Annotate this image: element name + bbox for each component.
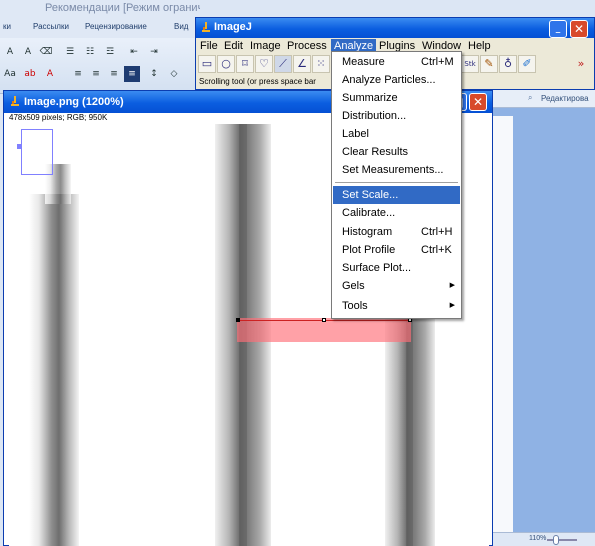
imagej-title: ImageJ <box>214 21 252 33</box>
image-close-button[interactable]: ✕ <box>469 93 487 111</box>
brush-tool-icon[interactable]: ✐ <box>518 55 536 73</box>
oval-tool-icon[interactable]: ○ <box>217 55 235 73</box>
editing-label[interactable]: Редактирова <box>541 94 589 103</box>
image-window-title: Image.png (1200%) <box>24 96 124 108</box>
dropper-tool-icon[interactable]: ♁ <box>499 55 517 73</box>
zoom-slider-handle[interactable] <box>553 535 559 545</box>
bullets-icon[interactable]: ☰ <box>62 44 78 60</box>
menu-item-clear-results[interactable]: Clear Results <box>333 143 460 161</box>
menu-item-distribution[interactable]: Distribution... <box>333 107 460 125</box>
minimize-button[interactable]: _ <box>549 20 567 38</box>
font-color-icon[interactable]: A <box>42 66 58 82</box>
align-left-icon[interactable]: ≡ <box>70 66 86 82</box>
zoom-level: 110% <box>529 535 547 542</box>
imagej-titlebar[interactable]: ImageJ _ ✕ <box>196 18 594 38</box>
find-icon[interactable]: ⌕ <box>528 93 532 103</box>
analyze-menu-dropdown: Measure Ctrl+M Analyze Particles... Summ… <box>331 51 462 319</box>
menu-item-shortcut: Ctrl+H <box>421 226 453 238</box>
imagej-microscope-icon <box>202 22 210 32</box>
navigator-box[interactable] <box>21 129 53 175</box>
highlight-color-icon[interactable]: ab <box>22 66 38 82</box>
angle-tool-icon[interactable]: ∠ <box>293 55 311 73</box>
rectangle-tool-icon[interactable]: ▭ <box>198 55 216 73</box>
menu-item-calibrate[interactable]: Calibrate... <box>333 204 460 222</box>
menu-file[interactable]: File <box>197 39 221 53</box>
menu-item-set-scale[interactable]: Set Scale... <box>333 186 460 204</box>
menu-item-analyze-particles[interactable]: Analyze Particles... <box>333 71 460 89</box>
polygon-tool-icon[interactable]: ⌑ <box>236 55 254 73</box>
justify-icon[interactable]: ≡ <box>124 66 140 82</box>
word-editing-group: ⌕ Редактирова <box>485 90 595 108</box>
change-case-icon[interactable]: Aa <box>2 66 18 82</box>
submenu-arrow-icon: ▶ <box>449 282 455 289</box>
menu-item-label: Histogram <box>342 226 393 238</box>
line-spacing-icon[interactable]: ↕ <box>146 66 162 82</box>
menu-process[interactable]: Process <box>284 39 330 53</box>
menu-item-set-measurements[interactable]: Set Measurements... <box>333 161 460 179</box>
menu-item-shortcut: Ctrl+K <box>421 244 452 256</box>
line-tool-icon[interactable]: ⟋ <box>274 55 292 73</box>
imagej-microscope-icon <box>11 96 19 106</box>
word-status-bar: 110% <box>485 532 595 546</box>
align-center-icon[interactable]: ≡ <box>88 66 104 82</box>
word-tab-view[interactable]: Вид <box>174 22 188 31</box>
menu-item-measure[interactable]: Measure Ctrl+M <box>333 53 460 71</box>
menu-separator <box>335 182 458 183</box>
stack-tool-icon[interactable]: Stk <box>461 55 479 73</box>
menu-item-shortcut: Ctrl+M <box>421 56 454 68</box>
numbering-icon[interactable]: ☷ <box>82 44 98 60</box>
word-tab-mailings[interactable]: Рассылки <box>33 22 69 31</box>
menu-item-histogram[interactable]: Histogram Ctrl+H <box>333 223 460 241</box>
freehand-tool-icon[interactable]: ♡ <box>255 55 273 73</box>
menu-item-plot-profile[interactable]: Plot Profile Ctrl+K <box>333 241 460 259</box>
multilevel-list-icon[interactable]: ☲ <box>102 44 118 60</box>
menu-item-label: Gels <box>342 280 365 292</box>
font-size-up-icon[interactable]: A <box>2 44 18 60</box>
close-button[interactable]: ✕ <box>570 20 588 38</box>
menu-item-label[interactable]: Label <box>333 125 460 143</box>
image-info: 478x509 pixels; RGB; 950K <box>9 113 108 122</box>
word-ribbon-tabs: ки Рассылки Рецензирование Вид <box>0 16 200 38</box>
clear-format-icon[interactable]: ⌫ <box>38 44 54 60</box>
pencil-tool-icon[interactable]: ✎ <box>480 55 498 73</box>
selection-mid-handle[interactable] <box>322 318 326 322</box>
menu-item-summarize[interactable]: Summarize <box>333 89 460 107</box>
increase-indent-icon[interactable]: ⇥ <box>146 44 162 60</box>
navigator-position <box>17 144 22 149</box>
submenu-arrow-icon: ▶ <box>449 302 455 309</box>
menu-help[interactable]: Help <box>465 39 494 53</box>
menu-item-label: Tools <box>342 300 368 312</box>
decrease-indent-icon[interactable]: ⇤ <box>126 44 142 60</box>
zoom-slider-track[interactable] <box>547 539 577 541</box>
align-right-icon[interactable]: ≡ <box>106 66 122 82</box>
word-tab-mailings-partial[interactable]: ки <box>3 22 11 31</box>
menu-item-label: Measure <box>342 56 385 68</box>
word-title: Рекомендации [Режим ограничен <box>0 0 200 16</box>
selection-start-handle[interactable] <box>236 318 240 322</box>
menu-edit[interactable]: Edit <box>221 39 246 53</box>
word-tab-review[interactable]: Рецензирование <box>85 22 147 31</box>
word-ribbon: A A ⌫ ☰ ☷ ☲ ⇤ ⇥ Aa ab A ≡ ≡ ≡ ≡ ↕ ◇ <box>0 38 200 94</box>
more-tools-icon[interactable]: » <box>572 55 590 73</box>
shading-icon[interactable]: ◇ <box>166 66 182 82</box>
point-tool-icon[interactable]: ⁙ <box>312 55 330 73</box>
font-size-down-icon[interactable]: A <box>20 44 36 60</box>
menu-item-label: Plot Profile <box>342 244 396 256</box>
menu-item-surface-plot[interactable]: Surface Plot... <box>333 259 460 277</box>
menu-item-gels[interactable]: Gels ▶ <box>333 277 460 295</box>
menu-item-tools[interactable]: Tools ▶ <box>333 297 460 315</box>
menu-image[interactable]: Image <box>247 39 284 53</box>
